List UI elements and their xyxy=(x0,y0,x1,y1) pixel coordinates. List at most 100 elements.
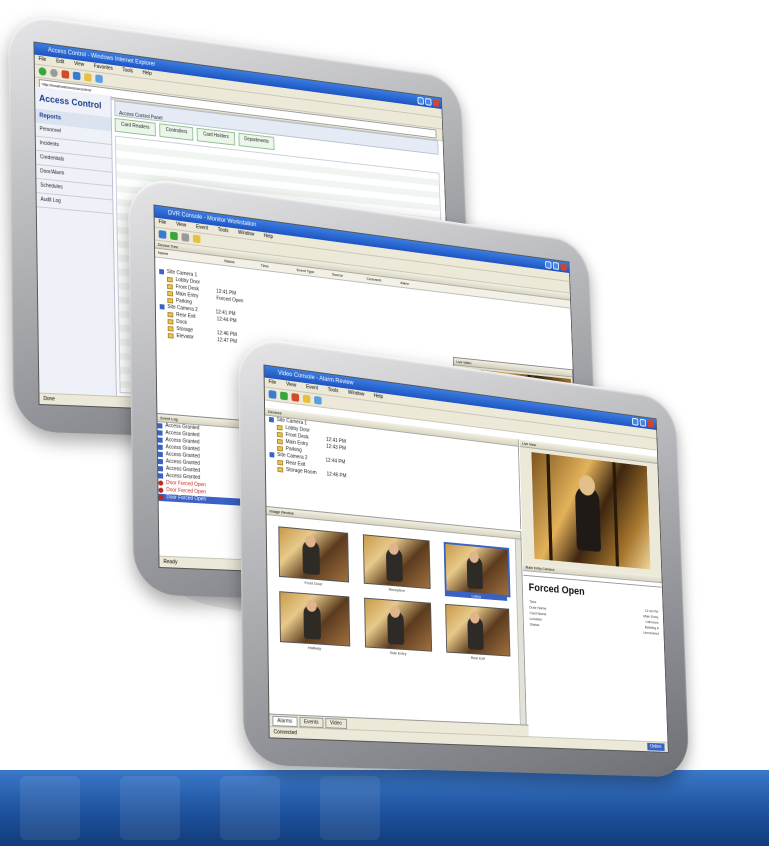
monitor-front: Video Console - Alarm Review File View E… xyxy=(238,335,690,778)
person-head xyxy=(306,599,317,613)
event-icon xyxy=(157,430,163,436)
folder-icon[interactable] xyxy=(302,394,311,404)
stop-icon[interactable] xyxy=(61,69,70,79)
event-icon xyxy=(157,423,163,429)
event-icon xyxy=(157,437,163,443)
menu-event[interactable]: Event xyxy=(306,384,318,391)
menu-tools[interactable]: Tools xyxy=(218,227,229,234)
video-frame-bar xyxy=(612,462,620,567)
status-text: Ready xyxy=(163,558,178,566)
maximize-button[interactable] xyxy=(425,97,432,106)
menu-help[interactable]: Help xyxy=(142,70,151,77)
status-online-badge: Online xyxy=(646,742,665,751)
thumbnail-image[interactable] xyxy=(278,526,350,583)
menu-help[interactable]: Help xyxy=(374,393,383,400)
event-icon xyxy=(158,473,164,479)
image-review-panel: Image Review Front Door Reception Lobby … xyxy=(266,505,527,726)
sidebar: Access Control Reports Personnel Inciden… xyxy=(35,86,117,397)
event-icon xyxy=(157,444,163,451)
person-head xyxy=(388,542,399,556)
menu-view[interactable]: View xyxy=(286,381,296,388)
menu-help[interactable]: Help xyxy=(264,233,273,240)
camera-icon[interactable] xyxy=(158,229,167,239)
folder-icon xyxy=(167,311,174,318)
event-icon xyxy=(157,451,163,458)
thumbnail-image[interactable] xyxy=(364,597,433,652)
background-band xyxy=(0,770,769,846)
event-field-value: Unresolved xyxy=(643,629,660,636)
camera-icon xyxy=(159,268,165,275)
tab-card-holders[interactable]: Card Holders xyxy=(196,127,236,146)
alarm-icon xyxy=(158,480,164,486)
folder-icon xyxy=(167,290,173,297)
folder-icon xyxy=(277,466,284,473)
play-icon[interactable] xyxy=(170,231,178,241)
menu-window[interactable]: Window xyxy=(348,390,364,398)
thumbnail-image[interactable] xyxy=(279,591,351,647)
minimize-button[interactable] xyxy=(417,96,424,105)
favorites-star-icon[interactable] xyxy=(84,72,92,82)
folder-icon xyxy=(166,276,173,283)
alarm-icon xyxy=(158,487,164,493)
tab-departments[interactable]: Departments xyxy=(238,132,275,151)
live-view-panel: Live View Main Entry Camera xyxy=(519,439,662,584)
forward-arrow-icon[interactable] xyxy=(50,68,58,78)
maximize-button[interactable] xyxy=(552,261,560,270)
maximize-button[interactable] xyxy=(639,418,647,427)
close-button[interactable] xyxy=(647,419,654,428)
status-text: Done xyxy=(43,395,56,403)
alarm-icon xyxy=(158,494,164,501)
folder-icon xyxy=(167,318,174,325)
background-tile xyxy=(320,776,380,840)
menu-file[interactable]: File xyxy=(38,56,46,63)
camera-icon xyxy=(269,416,274,423)
play-icon[interactable] xyxy=(280,391,288,401)
status-text: Connected xyxy=(273,729,298,737)
tab-controllers[interactable]: Controllers xyxy=(159,123,194,141)
folder-icon xyxy=(276,438,283,445)
menu-event[interactable]: Event xyxy=(196,224,208,231)
menu-file[interactable]: File xyxy=(158,219,166,226)
person-head xyxy=(469,611,480,624)
menu-view[interactable]: View xyxy=(74,61,84,68)
folder-icon xyxy=(276,424,283,431)
menu-window[interactable]: Window xyxy=(238,230,254,238)
video-console-window: Video Console - Alarm Review File View E… xyxy=(263,364,669,753)
event-icon xyxy=(158,458,163,465)
minimize-button[interactable] xyxy=(631,417,639,426)
event-row-label: Door Forced Open xyxy=(166,494,207,503)
folder-icon xyxy=(167,297,174,304)
pause-icon[interactable] xyxy=(181,232,190,242)
background-tile xyxy=(220,776,280,840)
background-tile xyxy=(120,776,180,840)
thumbnail-image[interactable] xyxy=(445,603,511,657)
minimize-button[interactable] xyxy=(545,260,552,269)
search-icon[interactable] xyxy=(314,395,322,405)
person-head xyxy=(469,550,479,564)
camera-icon xyxy=(159,304,165,310)
record-icon[interactable] xyxy=(291,392,300,402)
refresh-icon[interactable] xyxy=(72,71,81,81)
back-arrow-icon[interactable] xyxy=(38,66,47,76)
close-button[interactable] xyxy=(432,98,440,107)
folder-icon xyxy=(167,333,174,339)
video-frame-bar xyxy=(546,453,553,561)
thumbnail-image-selected[interactable] xyxy=(443,541,511,598)
menu-file[interactable]: File xyxy=(268,379,276,386)
menu-tools[interactable]: Tools xyxy=(328,387,339,394)
camera-icon[interactable] xyxy=(268,389,277,399)
home-icon[interactable] xyxy=(95,74,103,84)
folder-icon xyxy=(277,445,283,452)
folder-icon xyxy=(276,431,283,438)
close-button[interactable] xyxy=(560,263,567,271)
camera-icon xyxy=(269,451,275,458)
live-video[interactable] xyxy=(531,452,651,570)
menu-view[interactable]: View xyxy=(176,221,186,228)
menu-edit[interactable]: Edit xyxy=(56,58,64,65)
person-head xyxy=(389,605,401,619)
background-tile xyxy=(20,776,80,840)
folder-icon[interactable] xyxy=(192,234,201,244)
tree-row-time: 12:47 PM xyxy=(217,337,238,346)
thumbnail-image[interactable] xyxy=(362,534,431,590)
menu-tools[interactable]: Tools xyxy=(122,67,133,74)
